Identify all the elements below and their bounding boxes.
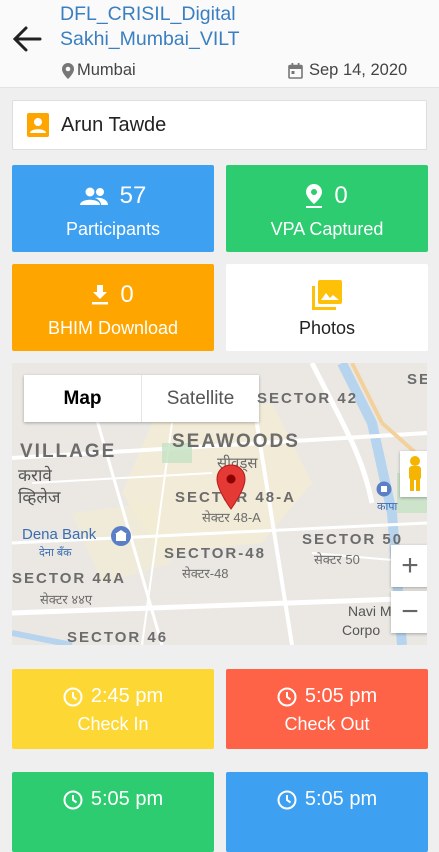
map-label: देना बँक (39, 547, 72, 559)
location-marker-icon (216, 464, 246, 510)
clock-icon (277, 687, 297, 706)
check-out-button[interactable]: 5:05 pm Check Out (226, 669, 428, 749)
map-label: सेक्टर 48-A (202, 510, 261, 525)
map-label: सेक्टर-48 (182, 566, 229, 581)
map-label: SECTOR 46 (67, 629, 169, 645)
street-view-pegman-icon[interactable] (400, 451, 427, 497)
vpa-count: 0 (334, 182, 348, 209)
trainer-card[interactable]: Arun Tawde (12, 100, 427, 150)
poi-icon (376, 481, 392, 497)
bank-poi-icon (111, 526, 131, 546)
map-label: व्हिलेज (18, 488, 61, 507)
date-info: Sep 14, 2020 (288, 61, 407, 80)
map-label: सेक्टर 50 (314, 552, 360, 567)
check-in-time: 2:45 pm (90, 685, 164, 707)
check-in-label: Check In (77, 714, 149, 734)
map-pin-icon (306, 184, 323, 208)
photos-tile[interactable]: Photos (226, 264, 428, 351)
bottom-right-button[interactable]: 5:05 pm (226, 772, 428, 852)
top-app-bar: DFL_CRISIL_Digital Sakhi_Mumbai_VILT Mum… (0, 0, 439, 88)
map-label: Dena Bank (22, 526, 97, 543)
zoom-out-button[interactable]: − (391, 591, 427, 633)
map-type-satellite-button[interactable]: Satellite (142, 375, 259, 422)
map-label: VILLAGE (20, 441, 117, 462)
participants-tile[interactable]: 57 Participants (12, 165, 214, 252)
calendar-icon (288, 62, 303, 79)
map-view[interactable]: Map Satellite SECTOR 42 SE VILLAGE करावे… (12, 363, 427, 645)
zoom-in-button[interactable]: + (391, 545, 427, 587)
page-title: DFL_CRISIL_Digital Sakhi_Mumbai_VILT (60, 3, 240, 50)
map-type-toggle[interactable]: Map Satellite (24, 375, 259, 422)
date-text: Sep 14, 2020 (309, 61, 408, 79)
map-label: कापा (377, 501, 398, 513)
bhim-label: BHIM Download (47, 318, 179, 338)
map-label: SECTOR 44A (12, 570, 126, 587)
map-label: Corpo (342, 622, 381, 638)
map-label: करावे (18, 466, 52, 485)
map-label: Navi M (348, 603, 392, 619)
trainer-name: Arun Tawde (61, 113, 167, 136)
download-icon (92, 285, 109, 305)
back-arrow-icon[interactable] (10, 24, 44, 54)
map-label: SECTOR 50 (302, 531, 404, 548)
map-label: SEAWOODS (172, 431, 300, 452)
contact-badge-icon (27, 113, 49, 137)
bhim-count: 0 (120, 281, 134, 308)
location-info: Mumbai (62, 61, 136, 80)
map-type-map-button[interactable]: Map (24, 375, 142, 422)
map-pin-icon (62, 62, 74, 79)
participants-label: Participants (65, 219, 161, 239)
photo-library-icon (312, 280, 342, 310)
location-text: Mumbai (77, 61, 136, 79)
bottom-left-button[interactable]: 5:05 pm (12, 772, 214, 852)
participants-count: 57 (119, 182, 147, 209)
check-out-label: Check Out (284, 714, 370, 734)
vpa-captured-tile[interactable]: 0 VPA Captured (226, 165, 428, 252)
check-out-time: 5:05 pm (304, 685, 378, 707)
map-label: SE (407, 371, 427, 388)
clock-icon (63, 687, 83, 706)
people-icon (79, 187, 108, 205)
vpa-label: VPA Captured (270, 219, 384, 239)
map-label: SECTOR-48 (164, 545, 266, 562)
photos-label: Photos (298, 318, 356, 338)
bhim-download-tile[interactable]: 0 BHIM Download (12, 264, 214, 351)
check-in-button[interactable]: 2:45 pm Check In (12, 669, 214, 749)
map-label: SECTOR 42 (257, 390, 359, 407)
map-label: सेक्टर ४४ए (40, 592, 93, 607)
